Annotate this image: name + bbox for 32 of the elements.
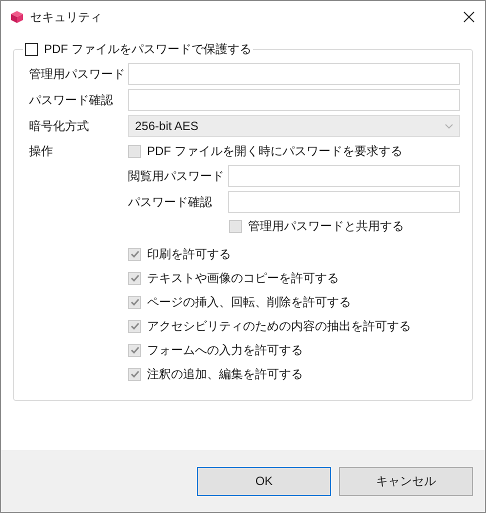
field-label: 閲覧用パスワード [128,168,225,185]
checkbox[interactable] [25,42,38,56]
checkbox-label: ページの挿入、回転、削除を許可する [147,294,351,311]
checkbox-label: アクセシビリティのための内容の抽出を許可する [147,318,411,335]
field-label: 操作 [29,143,54,160]
checkmark-icon [130,297,140,307]
chevron-down-icon [445,124,453,128]
dialog-button[interactable]: キャンセル [339,466,473,496]
checkmark-icon [130,369,140,379]
checkmark-icon [130,249,140,259]
field-label: パスワード確認 [128,194,213,211]
checkmark-icon [130,345,140,355]
checkmark-icon [130,321,140,331]
checkbox-label: 注釈の追加、編集を許可する [147,366,303,383]
password-field[interactable] [128,89,460,111]
field-label: 暗号化方式 [29,118,90,135]
password-field[interactable] [228,191,460,213]
cube-icon [10,10,24,24]
checkbox-label: PDF ファイルを開く時にパスワードを要求する [147,143,402,160]
window-title: セキュリティ [30,9,102,26]
password-field[interactable] [128,63,460,85]
close-icon[interactable] [463,11,475,23]
checkbox-label: PDF ファイルをパスワードで保護する [44,41,252,58]
password-field[interactable] [228,165,460,187]
checkbox-label: フォームへの入力を許可する [147,342,303,359]
field-label: パスワード確認 [29,92,114,109]
checkbox-label: 印刷を許可する [147,246,231,263]
checkbox-label: 管理用パスワードと共用する [248,218,404,235]
checkbox-label: テキストや画像のコピーを許可する [147,270,339,287]
dialog-button[interactable]: OK [197,466,331,496]
field-label: 管理用パスワード [29,66,126,83]
checkmark-icon [130,273,140,283]
